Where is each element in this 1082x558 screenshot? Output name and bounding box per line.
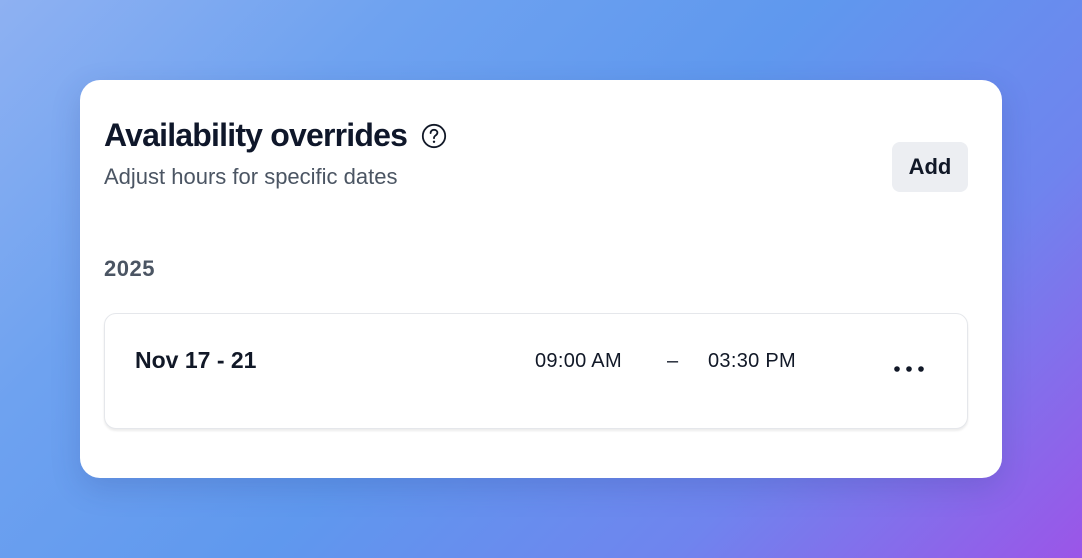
override-item: Nov 17 - 21 09:00 AM – 03:30 PM (104, 313, 968, 429)
time-separator: – (667, 350, 679, 372)
year-heading: 2025 (104, 256, 155, 281)
title-row: Availability overrides (104, 116, 968, 154)
override-date-range: Nov 17 - 21 (135, 347, 257, 373)
card-header: Availability overrides Adjust hours for … (104, 116, 968, 196)
availability-card: Availability overrides Adjust hours for … (80, 80, 1002, 478)
override-start-time: 09:00 AM (535, 350, 622, 372)
card-title: Availability overrides (104, 117, 408, 153)
more-horizontal-icon[interactable] (885, 354, 933, 384)
card-subtitle: Adjust hours for specific dates (104, 164, 398, 189)
question-circle-icon[interactable] (421, 123, 447, 149)
add-button[interactable]: Add (892, 142, 968, 192)
override-end-time: 03:30 PM (708, 350, 797, 372)
